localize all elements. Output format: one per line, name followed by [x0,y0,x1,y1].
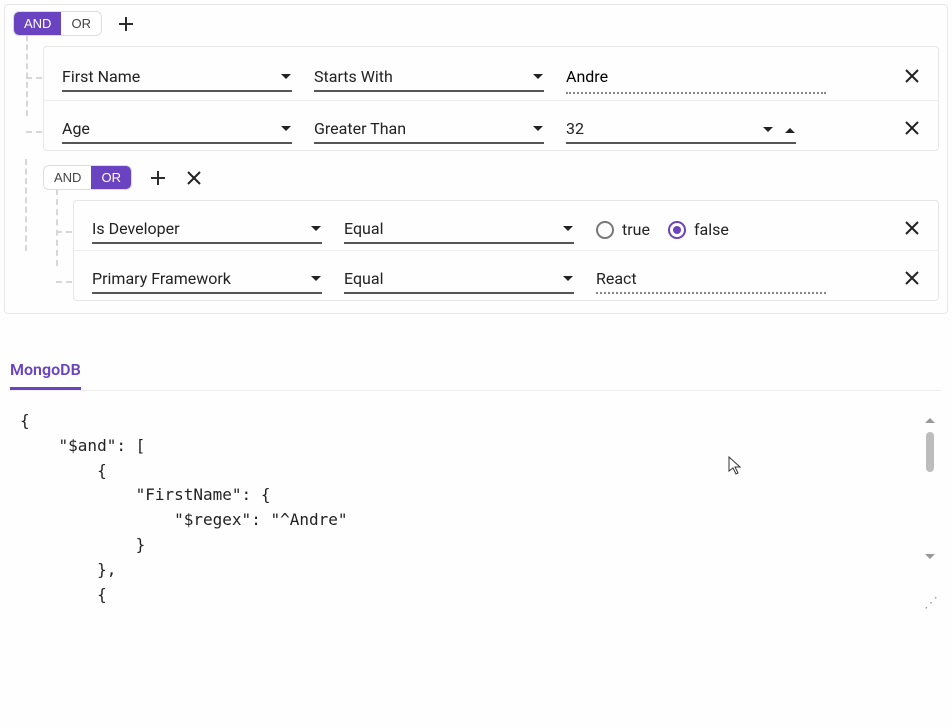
operator-dropdown[interactable]: Greater Than [314,115,544,144]
scrollbar[interactable] [918,409,942,607]
delete-rule-icon[interactable] [904,68,920,88]
spinner-up-icon[interactable] [784,119,796,138]
boolean-radio-group: true false [596,220,729,239]
radio-true-label: true [622,220,650,239]
chevron-down-icon [562,225,574,233]
chevron-down-icon [310,275,322,283]
rule-row: Is Developer Equal true [74,201,938,251]
operator-dropdown[interactable]: Starts With [314,63,544,92]
operator-dropdown[interactable]: Equal [344,215,574,244]
field-label: Age [62,119,90,138]
delete-rule-icon[interactable] [904,270,920,290]
chevron-down-icon [562,275,574,283]
add-rule-icon[interactable] [148,168,168,188]
nested-or-button[interactable]: OR [91,166,131,189]
field-dropdown[interactable]: Primary Framework [92,265,322,294]
chevron-down-icon [532,125,544,133]
numeric-value-input[interactable]: 32 [566,115,796,144]
radio-icon [596,221,614,239]
nested-rules-box: Is Developer Equal true [73,200,939,301]
scroll-up-icon[interactable] [924,409,936,428]
rule-row: Primary Framework Equal React [74,251,938,300]
code-area: { "$and": [ { "FirstName": { "$regex": "… [10,409,942,607]
field-label: Primary Framework [92,269,231,288]
rule-row: First Name Starts With [44,47,938,101]
nested-group: AND OR Is Developer Equal [43,165,939,301]
field-label: Is Developer [92,219,180,238]
operator-label: Equal [344,219,383,238]
field-dropdown[interactable]: First Name [62,63,292,92]
operator-label: Greater Than [314,119,406,138]
resize-handle-icon[interactable]: ⋰ [924,595,938,611]
operator-dropdown[interactable]: Equal [344,265,574,294]
value-label: React [596,269,637,288]
chevron-down-icon [532,73,544,81]
code-output[interactable]: { "$and": [ { "FirstName": { "$regex": "… [10,409,918,607]
delete-rule-icon[interactable] [904,120,920,140]
field-dropdown[interactable]: Is Developer [92,215,322,244]
radio-true[interactable]: true [596,220,650,239]
output-area: MongoDB { "$and": [ { "FirstName": { "$r… [0,354,952,607]
value-dropdown[interactable]: React [596,265,826,294]
nested-logic-toggle: AND OR [43,165,132,190]
rule-row: Age Greater Than 32 [44,101,938,150]
output-tabs: MongoDB [10,354,942,391]
value-input[interactable] [566,61,826,94]
scroll-thumb[interactable] [926,432,934,472]
root-logic-row: AND OR [13,11,939,36]
root-and-button[interactable]: AND [14,12,61,35]
operator-label: Starts With [314,67,393,86]
scroll-down-icon[interactable] [924,546,936,565]
numeric-value: 32 [566,119,584,138]
radio-false[interactable]: false [668,220,729,239]
chevron-down-icon [310,225,322,233]
root-rules-box: First Name Starts With Age [43,46,939,151]
chevron-down-icon [280,73,292,81]
field-label: First Name [62,67,140,86]
root-or-button[interactable]: OR [61,12,101,35]
add-rule-icon[interactable] [116,14,136,34]
nested-and-button[interactable]: AND [44,166,91,189]
chevron-down-icon [280,125,292,133]
operator-label: Equal [344,269,383,288]
delete-group-icon[interactable] [184,168,204,188]
delete-rule-icon[interactable] [904,220,920,240]
radio-icon [668,221,686,239]
radio-false-label: false [694,220,729,239]
nested-logic-row: AND OR [43,165,939,190]
query-builder-panel: AND OR First Name Starts With [4,4,948,314]
tab-mongodb[interactable]: MongoDB [10,354,81,390]
field-dropdown[interactable]: Age [62,115,292,144]
spinner-down-icon[interactable] [762,119,774,138]
root-logic-toggle: AND OR [13,11,102,36]
